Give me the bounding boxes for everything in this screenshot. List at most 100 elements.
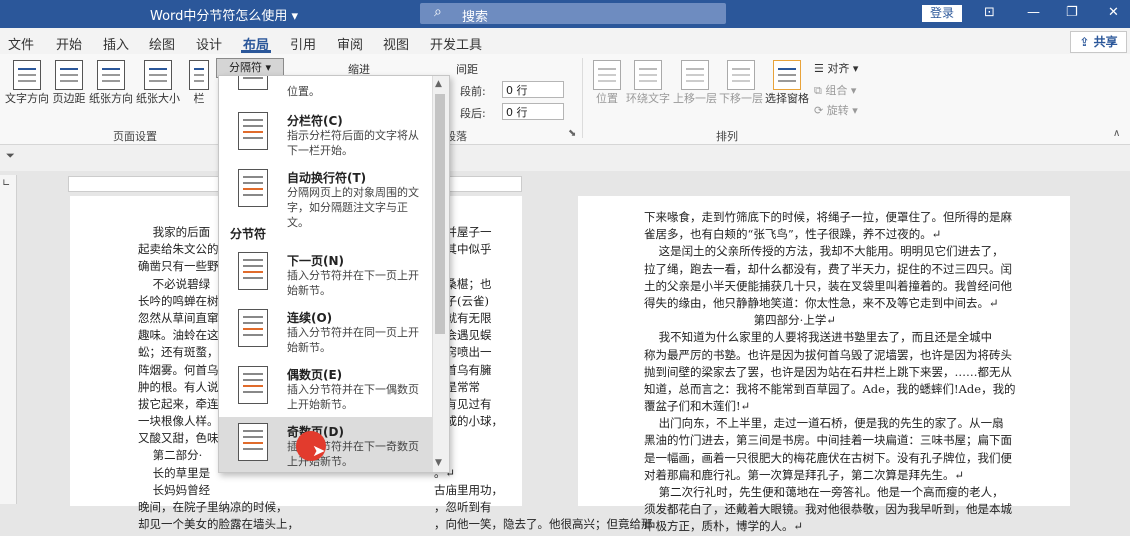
spacing-after-input[interactable]: 0 行 [502,103,564,120]
close-icon[interactable]: ✕ [1108,5,1119,20]
send-backward-icon [727,60,755,90]
login-button[interactable]: 登录 [922,5,962,22]
continuous-desc: 插入分节符并在同一页上开始新节。 [287,326,419,354]
even-page-title: 偶数页(E) [287,368,343,382]
margins-button[interactable]: 页边距 [52,60,86,106]
menu-item-next-page[interactable]: 下一页(N) 插入分节符并在下一页上开始新节。 [219,246,432,303]
scroll-up-icon[interactable]: ▲ [435,79,442,89]
dropdown-scrollbar-thumb[interactable] [435,94,445,334]
section-breaks-header: 分节符 [230,227,267,241]
menu-item-column-break[interactable]: 分栏符(C) 指示分栏符后面的文字将从下一栏开始。 [219,106,432,163]
page-right-line: 雀居多，也有白颊的“张飞鸟”，性子很躁，养不过夜的。↵ [644,227,942,242]
column-break-desc: 指示分栏符后面的文字将从下一栏开始。 [287,129,419,157]
collapse-ribbon-icon[interactable]: ∧ [1113,128,1120,139]
tab-view[interactable]: 视图 [383,34,409,53]
maximize-icon[interactable]: ❐ [1066,5,1078,20]
share-label: 共享 [1093,35,1118,49]
bring-forward-button[interactable]: 上移一层 [672,60,718,106]
columns-icon [189,60,209,90]
page-right[interactable]: 下来喙食，走到竹筛底下的时候，将绳子一拉，便罩住了。但所得的是麻 雀居多，也有白颊… [578,196,1070,533]
bring-forward-label: 上移一层 [673,92,717,105]
page-right-line: 出门向东，不上半里，走过一道石桥，便是我的先生的家了。从一扇 [644,416,1004,431]
menu-item-continuous[interactable]: 连续(O) 插入分节符并在同一页上开始新节。 [219,303,432,360]
rotate-button[interactable]: ⟳ 旋转 ▾ [814,102,858,118]
tab-file[interactable]: 文件 [8,34,34,53]
page-right-line: 第四部分·上学↵ [644,313,836,328]
page-right-line: 称为最严厉的书塾。也许是因为拔何首乌毁了泥墙罢，也许是因为将砖头 [644,347,1012,362]
spacing-before-label: 段前: [460,85,486,98]
columns-label: 栏 [193,92,205,105]
margins-icon [55,60,83,90]
tab-design[interactable]: 设计 [196,34,222,53]
page-right-text: 下来喙食，走到竹筛底下的时候，将绳子一拉，便罩住了。但所得的是麻 雀居多，也有白颊… [644,209,1016,536]
size-icon [144,60,172,90]
ribbon-tabs: 文件 开始 插入 绘图 设计 布局 引用 审阅 视图 开发工具 [0,28,1130,54]
page-break-desc: 位置。 [287,85,320,98]
wrap-text-label: 环绕文字 [626,92,670,105]
tab-review[interactable]: 审阅 [337,34,363,53]
next-page-icon [238,252,268,290]
page-right-line: 得失的缘由，他只静静地笑道：你太性急，来不及等它走到中间去。↵ [644,295,999,310]
page-right-line: 这是闰土的父亲所传授的方法，我却不大能用。明明见它们进去了， [644,244,1004,259]
position-icon [593,60,621,90]
selection-pane-button[interactable]: 选择窗格 [764,60,810,106]
tab-insert[interactable]: 插入 [103,34,129,53]
margins-label: 页边距 [52,92,86,105]
page-right-line: 覆盆子们和木莲们!↵ [644,399,751,414]
share-button[interactable]: ⇪ 共享 [1070,31,1127,53]
tab-draw[interactable]: 绘图 [149,34,175,53]
window-title[interactable]: Word中分节符怎么使用 ▾ [150,5,298,24]
size-label: 纸张大小 [136,92,180,105]
ribbon-display-icon[interactable]: ⊡ [984,5,995,20]
minimize-icon[interactable]: — [1027,5,1040,20]
tab-references[interactable]: 引用 [290,34,316,53]
page-setup-group-label: 页面设置 [113,130,157,143]
breaks-dropdown[interactable]: 位置。 分栏符(C) 指示分栏符后面的文字将从下一栏开始。 自动换行符(T) 分… [218,75,450,473]
menu-item-even-page[interactable]: 偶数页(E) 插入分节符并在下一偶数页上开始新节。 [219,360,432,417]
align-button[interactable]: ☰ 对齐 ▾ [814,60,858,76]
spacing-before-input[interactable]: 0 行 [502,81,564,98]
search-box[interactable]: ⌕ 搜索 [420,3,726,25]
orientation-button[interactable]: 纸张方向 [88,60,134,106]
page-right-line: 土的父亲是小半天便能捕获几十只，装在叉袋里叫着撞着的。我曾经问他 [644,278,1012,293]
vertical-ruler[interactable] [0,175,17,504]
arrange-group-label: 排列 [716,130,738,143]
page-left-line: 长妈妈曾经 [138,482,211,497]
scroll-down-icon[interactable]: ▼ [435,458,442,468]
wrap-text-button[interactable]: 环绕文字 [624,60,672,106]
page-right-line: 抛到间壁的梁家去了罢，也许是因为站在石井栏上跳下来罢，……都无从 [644,364,1012,379]
position-label: 位置 [596,92,618,105]
page-break-icon [238,76,268,90]
orientation-label: 纸张方向 [89,92,133,105]
ruler-corner-icon[interactable]: ∟ [2,178,10,189]
selection-pane-label: 选择窗格 [765,92,809,105]
rotate-label: 旋转 ▾ [826,104,858,117]
next-page-desc: 插入分节符并在下一页上开始新节。 [287,269,419,297]
columns-button[interactable]: 栏 [186,60,212,106]
column-break-icon [238,112,268,150]
menu-item-text-wrapping[interactable]: 自动换行符(T) 分隔网页上的对象周围的文字，如分隔题注文字与正文。 [219,163,432,229]
orientation-icon [97,60,125,90]
search-icon: ⌕ [434,4,442,20]
customize-toolbar-icon[interactable]: ⏷ [6,149,15,163]
mouse-cursor-icon: ➤ [312,441,326,460]
page-right-line: 黑油的竹门进去，第三间是书房。中间挂着一块扁道：三味书屋；扁下面 [644,433,1012,448]
group-button[interactable]: ⧉ 组合 ▾ [814,82,856,98]
tab-developer[interactable]: 开发工具 [430,34,482,53]
page-left-line: 却见一个美女的脸露在墙头上， [138,517,299,532]
bring-forward-icon [681,60,709,90]
page-right-line: 知道，总而言之：我将不能常到百草园了。Ade，我的蟋蟀们!Ade，我的 [644,381,1016,396]
text-direction-button[interactable]: 文字方向 [4,60,50,106]
position-button[interactable]: 位置 [590,60,624,106]
even-page-icon [238,366,268,404]
page-right-line: 拉了绳，跑去一看，却什么都没有，费了半天力，捉住的不过三四只。闰 [644,261,1012,276]
search-placeholder: 搜索 [462,10,489,25]
send-backward-button[interactable]: 下移一层 [718,60,764,106]
text-wrapping-icon [238,169,268,207]
page-left-right-line: ，向他一笑，隐去了。他很高兴；但竟给那 [434,517,653,532]
paragraph-launcher-icon[interactable]: ⬊ [568,128,576,139]
menu-item-page-break[interactable]: 位置。 [219,76,432,103]
tab-home[interactable]: 开始 [56,34,82,53]
size-button[interactable]: 纸张大小 [135,60,181,106]
page-right-line: 我不知道为什么家里的人要将我送进书塾里去了，而且还是全城中 [644,330,993,345]
